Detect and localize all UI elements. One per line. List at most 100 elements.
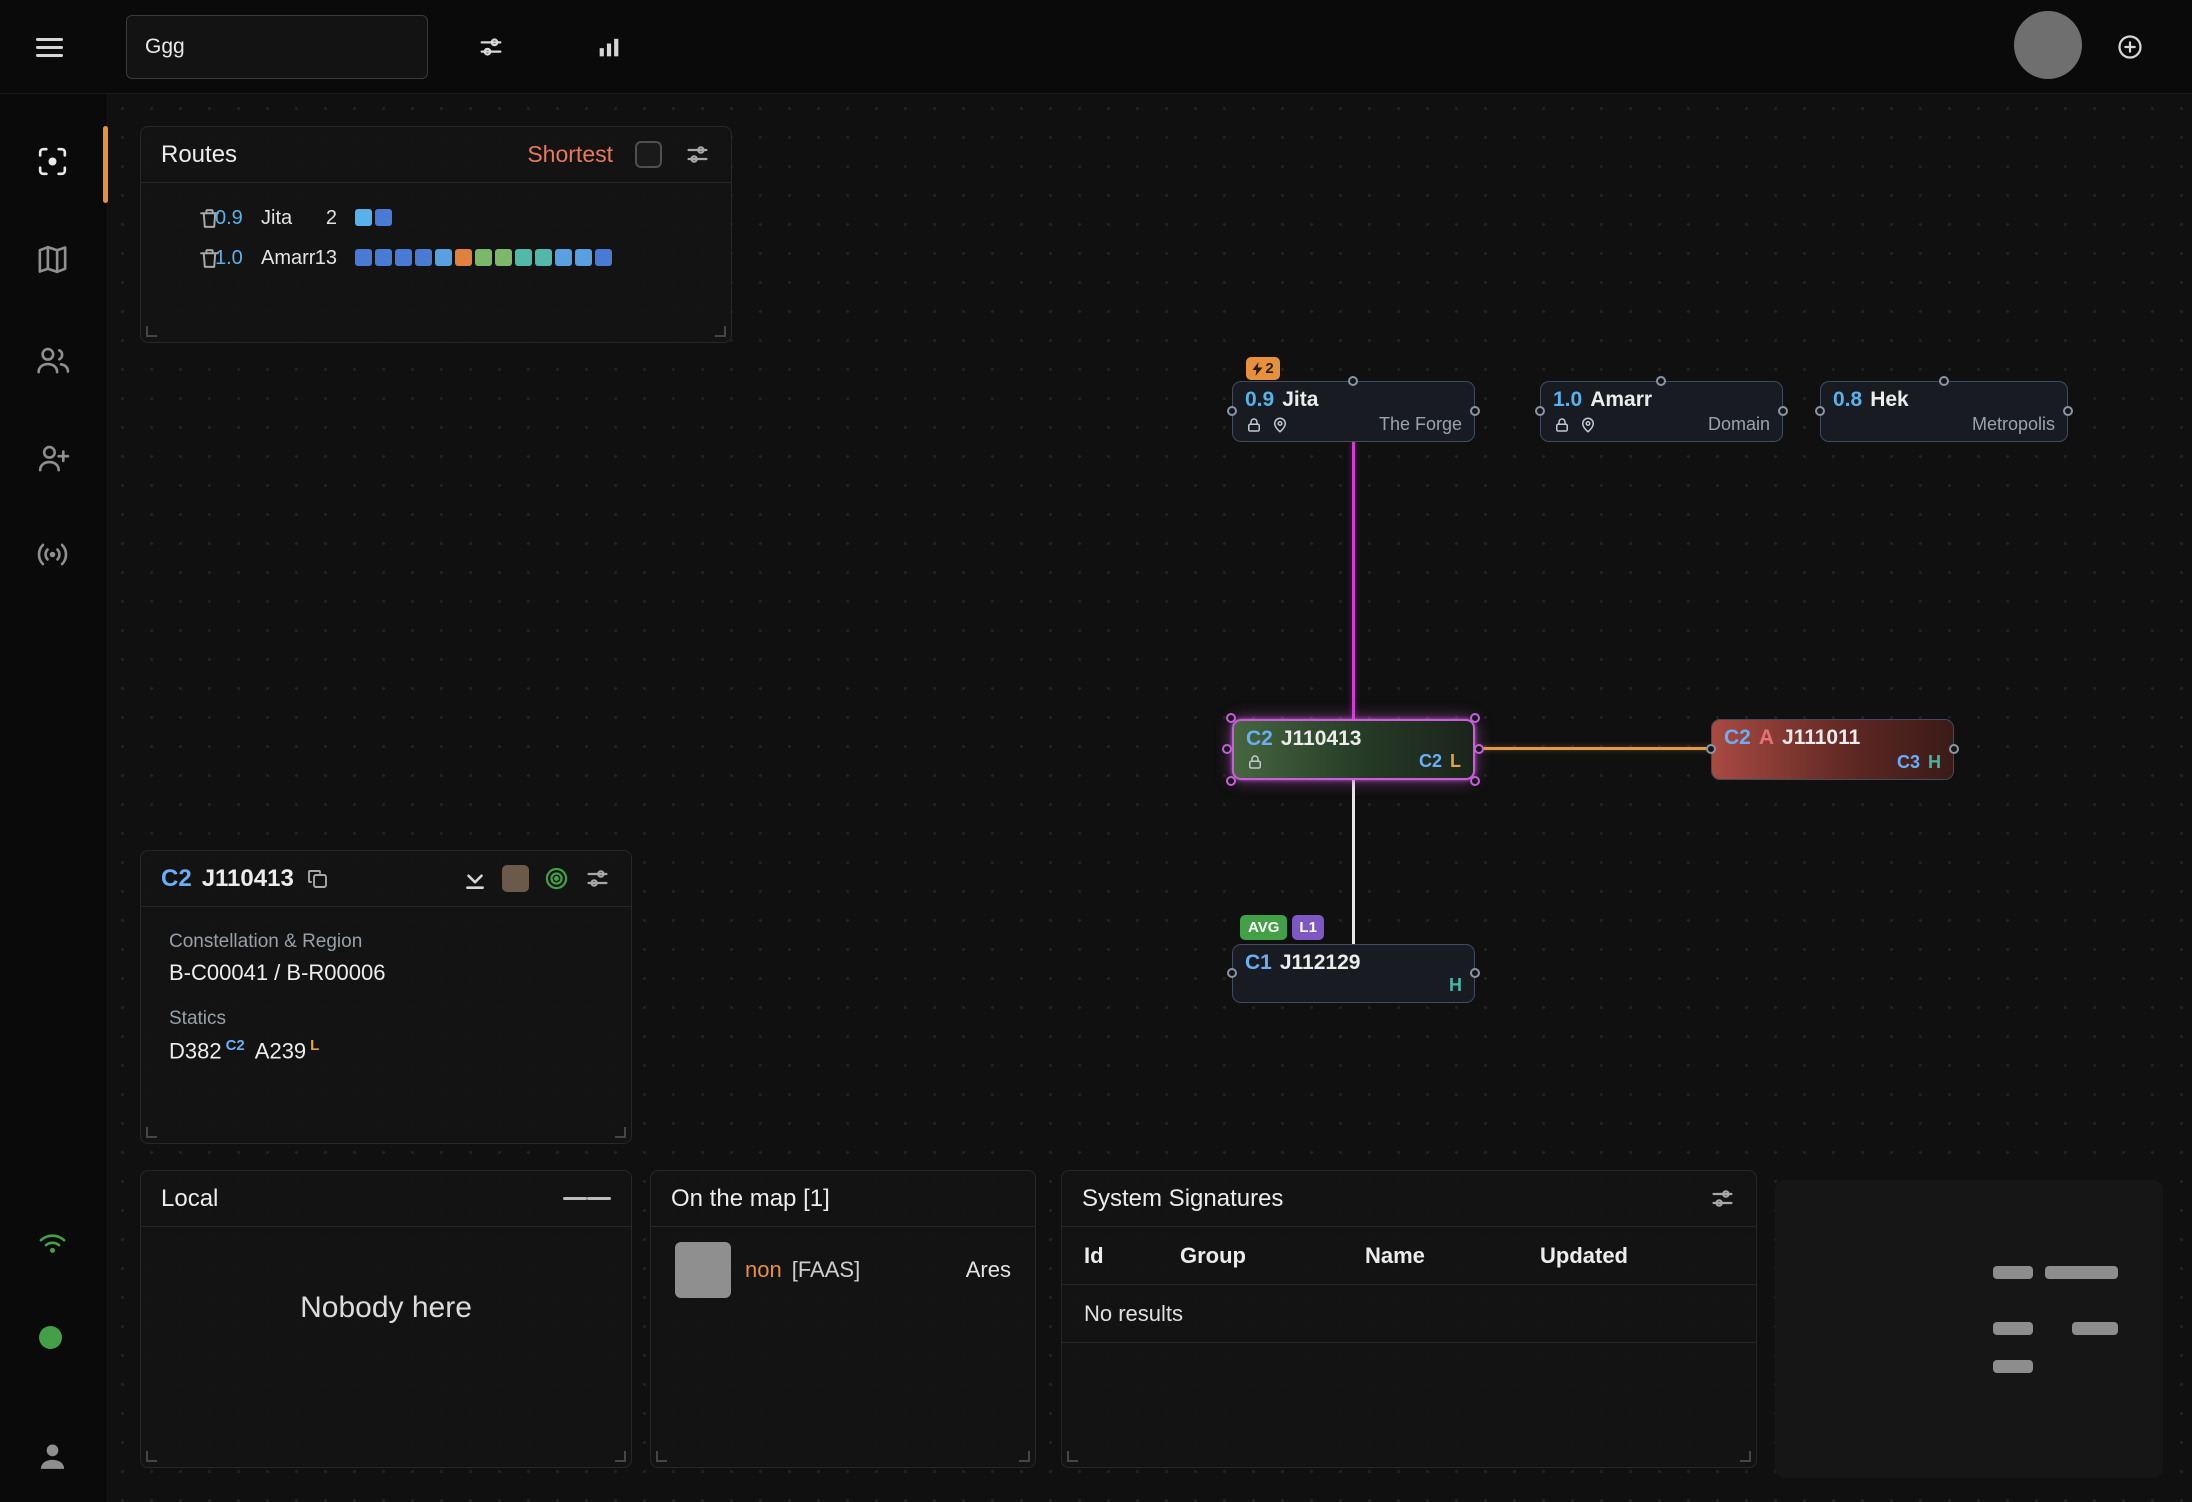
node-handle[interactable]	[1656, 376, 1666, 386]
copy-icon[interactable]	[306, 867, 330, 891]
user-avatar[interactable]	[2014, 11, 2082, 79]
online-status-indicator	[39, 1326, 62, 1349]
connection-j110413-j112129[interactable]	[1352, 780, 1355, 944]
node-handle[interactable]	[1470, 406, 1480, 416]
system-name-label: J110413	[202, 865, 294, 893]
resize-handle[interactable]	[715, 326, 726, 337]
jita-activity-badge: 2	[1246, 357, 1280, 380]
route-jump-count: 13	[281, 247, 337, 270]
signatures-title: System Signatures	[1082, 1185, 1283, 1213]
route-row-amarr[interactable]: 1.0 Amarr 13	[141, 245, 731, 275]
route-row-jita[interactable]: 0.9 Jita 2	[141, 205, 731, 235]
on-the-map-title: On the map [1]	[671, 1185, 830, 1213]
node-handle[interactable]	[1227, 406, 1237, 416]
map-pin-icon	[1579, 416, 1597, 434]
node-handle[interactable]	[1815, 406, 1825, 416]
node-handle[interactable]	[1949, 744, 1959, 754]
pilot-row[interactable]: non [FAAS] Ares	[651, 1237, 1035, 1303]
menu-icon[interactable]	[30, 27, 70, 67]
map-node-j111011[interactable]: C2AJ111011 C3H	[1711, 719, 1954, 780]
pilot-portrait	[675, 1242, 731, 1298]
node-handle[interactable]	[1778, 406, 1788, 416]
map-node-jita[interactable]: 0.9Jita The Forge	[1232, 381, 1475, 442]
node-handle[interactable]	[1470, 713, 1480, 723]
map-node-hek[interactable]: 0.8Hek Metropolis	[1820, 381, 2068, 442]
system-settings-icon[interactable]	[584, 865, 611, 892]
resize-handle[interactable]	[146, 1127, 157, 1138]
column-group: Group	[1180, 1243, 1365, 1269]
signatures-settings-icon[interactable]	[1709, 1185, 1736, 1212]
node-handle[interactable]	[1348, 376, 1358, 386]
sidebar-item-broadcast-icon[interactable]	[32, 536, 72, 576]
constellation-region-label: Constellation & Region	[169, 931, 605, 953]
system-signatures-panel: System Signatures Id Group Name Updated …	[1061, 1170, 1757, 1468]
resize-handle[interactable]	[656, 1451, 667, 1462]
system-info-panel: C2 J110413 Constellation & Region B-C00	[140, 850, 632, 1144]
skeleton-bar	[1993, 1322, 2033, 1335]
resize-handle[interactable]	[1019, 1451, 1030, 1462]
target-rings-icon[interactable]	[543, 865, 570, 892]
node-handle[interactable]	[1226, 776, 1236, 786]
sidebar	[0, 94, 108, 1502]
skeleton-bar	[1993, 1360, 2033, 1373]
connection-j110413-j111011[interactable]	[1474, 747, 1711, 750]
level-badge: L1	[1292, 915, 1324, 940]
activity-chart-icon[interactable]	[589, 27, 629, 67]
lock-icon	[1553, 416, 1571, 434]
node-handle[interactable]	[1706, 744, 1716, 754]
app-root: 2 0.9Jita The Forge 1.0Amarr Domain 0.8H…	[0, 0, 2192, 1502]
routes-settings-icon[interactable]	[684, 141, 711, 168]
node-handle[interactable]	[1939, 376, 1949, 386]
map-name-input[interactable]	[126, 15, 428, 79]
avg-badge: AVG	[1240, 915, 1287, 940]
route-segments	[355, 249, 612, 266]
skeleton-bar	[2045, 1266, 2118, 1279]
node-handle[interactable]	[1474, 744, 1484, 754]
column-id: Id	[1084, 1243, 1180, 1269]
routes-mode-checkbox[interactable]	[635, 141, 662, 168]
sidebar-item-characters-icon[interactable]	[32, 342, 72, 382]
sidebar-item-map-icon[interactable]	[32, 241, 72, 281]
signatures-header-row: Id Group Name Updated	[1062, 1227, 1756, 1285]
topbar	[0, 0, 2192, 94]
node-handle[interactable]	[1470, 968, 1480, 978]
on-the-map-panel: On the map [1] non [FAAS] Ares	[650, 1170, 1036, 1468]
constellation-region-value: B-C00041 / B-R00006	[169, 960, 605, 986]
resize-handle[interactable]	[615, 1127, 626, 1138]
resize-handle[interactable]	[1067, 1451, 1078, 1462]
system-class-label: C2	[161, 865, 192, 893]
routes-panel: Routes Shortest 0.9 Jita 2 1.0 Amarr 13	[140, 126, 732, 343]
resize-handle[interactable]	[1740, 1451, 1751, 1462]
node-handle[interactable]	[1222, 744, 1232, 754]
resize-handle[interactable]	[146, 326, 157, 337]
node-handle[interactable]	[1226, 713, 1236, 723]
j112129-badges: AVG L1	[1240, 915, 1324, 940]
map-node-amarr[interactable]: 1.0Amarr Domain	[1540, 381, 1783, 442]
sidebar-item-add-character-icon[interactable]	[32, 440, 72, 480]
skeleton-bar	[1993, 1266, 2033, 1279]
collapse-icon[interactable]	[462, 866, 488, 892]
skeleton-bar	[2072, 1322, 2118, 1335]
node-handle[interactable]	[2063, 406, 2073, 416]
loading-widget-panel	[1775, 1180, 2163, 1478]
node-handle[interactable]	[1470, 776, 1480, 786]
lock-icon	[1245, 416, 1263, 434]
routes-mode-label[interactable]: Shortest	[527, 141, 613, 168]
filters-icon[interactable]	[471, 27, 511, 67]
node-handle[interactable]	[1535, 406, 1545, 416]
pilot-mini-avatar[interactable]	[502, 865, 529, 892]
add-icon[interactable]	[2110, 27, 2150, 67]
profile-icon[interactable]	[32, 1438, 72, 1478]
routes-title: Routes	[161, 141, 237, 169]
map-node-j112129[interactable]: C1J112129 H	[1232, 944, 1475, 1003]
connection-jita-j110413[interactable]	[1352, 441, 1355, 719]
connection-status-wifi-icon	[32, 1222, 72, 1262]
node-handle[interactable]	[1227, 968, 1237, 978]
column-name: Name	[1365, 1243, 1540, 1269]
sidebar-item-tracking-icon[interactable]	[32, 143, 72, 183]
signatures-empty-text: No results	[1062, 1285, 1756, 1343]
resize-handle[interactable]	[615, 1451, 626, 1462]
resize-handle[interactable]	[146, 1451, 157, 1462]
map-node-j110413[interactable]: C2J110413 C2L	[1232, 719, 1475, 780]
local-menu-icon[interactable]	[563, 1192, 611, 1205]
